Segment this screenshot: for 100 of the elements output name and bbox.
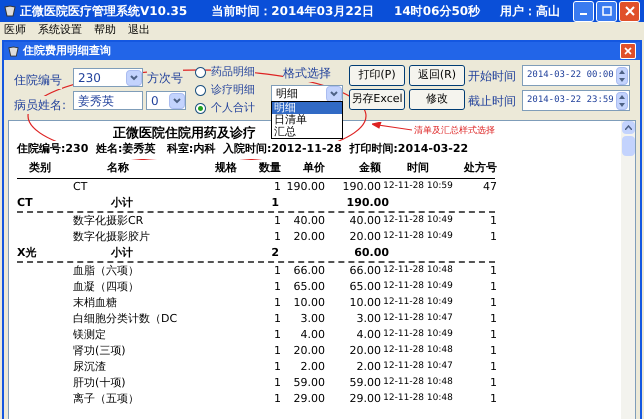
table-cell-text: CT — [72, 178, 88, 195]
close-icon — [624, 6, 634, 16]
table-cell-text: 20.00 — [292, 228, 325, 245]
table-cell-text: 1 — [489, 326, 497, 343]
close-button[interactable] — [620, 43, 636, 59]
table-cell-text: 59.00 — [292, 374, 325, 391]
table-cell-text: 1 — [273, 390, 281, 407]
table-cell-text: 1 — [273, 212, 281, 229]
maximize-icon — [602, 6, 612, 16]
table-cell-text: 10.00 — [292, 294, 325, 311]
table-cell-text: CT — [17, 194, 34, 211]
table-cell-text: 肝功(十项) — [72, 374, 127, 391]
annotation-arrow — [372, 122, 412, 132]
table-cell-text: 血凝（四项） — [72, 278, 140, 295]
minimize-button[interactable] — [573, 0, 594, 22]
table-cell-text: 1 — [273, 374, 281, 391]
menu-item[interactable]: 帮助 — [94, 22, 116, 38]
datetime-field[interactable]: 2014-03-22 00:00 — [522, 65, 630, 86]
table-cell-text: 3.00 — [300, 310, 325, 327]
action-button[interactable]: 返回(R) — [409, 65, 465, 86]
table-cell-text: 末梢血糖 — [72, 294, 118, 311]
table-cell-text: 47 — [482, 178, 497, 195]
table-cell-text: 12-11-28 10:48 — [382, 392, 454, 406]
table-cell-text: 65.00 — [348, 278, 381, 295]
scrollbar[interactable] — [621, 121, 635, 419]
table-cell-text: 29.00 — [348, 390, 381, 407]
table-cell-text: 40.00 — [348, 212, 381, 229]
table-cell-text: 离子（五项） — [72, 390, 140, 407]
user-label: 用户：高山 — [500, 3, 560, 20]
field-label: 截止时间 — [468, 92, 517, 110]
table-cell-text: 66.00 — [292, 262, 325, 279]
table-cell-text: 1 — [273, 262, 281, 279]
table-cell-text: 10.00 — [348, 294, 381, 311]
menu-item[interactable]: 医师 — [4, 22, 26, 38]
table-cell-text: 12-11-28 10:59 — [382, 180, 454, 194]
table-cell-text: 尿沉渣 — [72, 358, 107, 375]
table-cell-text: 12-11-28 10:48 — [382, 344, 454, 358]
table-cell-text: X光 — [17, 244, 38, 261]
table-cell-text: 190.00 — [286, 178, 325, 195]
table-cell-text: 40.00 — [292, 212, 325, 229]
field-label: 开始时间 — [468, 68, 517, 84]
scroll-thumb[interactable] — [622, 136, 634, 156]
table-cell-text: 数字化摄影胶片 — [72, 228, 151, 245]
table-cell-text: 1 — [489, 228, 497, 245]
table-cell-text: 190.00 — [342, 178, 381, 195]
table-cell-text: 1 — [273, 228, 281, 245]
table-cell-text: 66.00 — [348, 262, 381, 279]
table-cell-text: 12-11-28 10:48 — [382, 264, 454, 278]
table-cell-text: 2 — [270, 244, 279, 261]
table-cell-text: 29.00 — [292, 390, 325, 407]
table-cell-text: 12-11-28 10:49 — [382, 296, 454, 310]
table-cell-text: 1 — [270, 194, 279, 211]
table-cell-text: 1 — [489, 262, 497, 279]
table-cell-text: 1 — [489, 212, 497, 229]
menu-item[interactable]: 系统设置 — [38, 22, 82, 38]
spinner-icon[interactable] — [616, 92, 628, 110]
table-cell-text: 12-11-28 10:47 — [382, 312, 454, 326]
table-cell-text: 12-11-28 10:49 — [382, 280, 454, 294]
close-button[interactable] — [619, 0, 640, 22]
spinner-icon[interactable] — [616, 66, 628, 84]
table-cell-text: 数字化摄影CR — [72, 212, 144, 229]
table-cell-text: 1 — [273, 358, 281, 375]
current-clock: 14时06分50秒 — [394, 3, 480, 20]
table-cell-text: 59.00 — [348, 374, 381, 391]
table-cell-text: 镁测定 — [72, 326, 107, 343]
close-icon — [624, 47, 632, 55]
app-icon — [8, 46, 19, 56]
table-cell-text: 12-11-28 10:49 — [382, 230, 454, 244]
table-cell-text: 1 — [273, 310, 281, 327]
table-cell-text: 20.00 — [292, 342, 325, 359]
table-cell-text: 4.00 — [300, 326, 325, 343]
app-icon — [4, 5, 16, 17]
table-cell-text: 190.00 — [346, 194, 389, 211]
table-cell-text: 20.00 — [348, 228, 381, 245]
table-cell-text: 1 — [489, 390, 497, 407]
table-cell-text: 1 — [489, 278, 497, 295]
table-cell-text: 1 — [273, 278, 281, 295]
table-cell-text: 1 — [489, 342, 497, 359]
table-cell-text: 1 — [489, 310, 497, 327]
table-cell-text: 3.00 — [356, 310, 381, 327]
scroll-up-icon[interactable] — [622, 121, 634, 134]
table-cell-text: 1 — [273, 178, 281, 195]
table-cell-text: 肾功(三项) — [72, 342, 127, 359]
datetime-field[interactable]: 2014-03-22 23:59 — [522, 90, 630, 111]
table-cell-text: 2.00 — [300, 358, 325, 375]
table-cell-text: 1 — [273, 294, 281, 311]
table-cell-text: 12-11-28 10:48 — [382, 376, 454, 390]
menu-item[interactable]: 退出 — [128, 22, 150, 38]
action-button[interactable]: 打印(P) — [349, 65, 405, 86]
action-button[interactable]: 修改 — [409, 89, 465, 110]
table-cell-text: 1 — [273, 326, 281, 343]
table-cell-text: 2.00 — [356, 358, 381, 375]
table-cell-text: 65.00 — [292, 278, 325, 295]
table-cell-text: 血脂（六项） — [72, 262, 140, 279]
current-date: 当前时间：2014年03月22日 — [211, 3, 374, 20]
table-cell-text: 60.00 — [353, 244, 389, 261]
table-cell-text: 1 — [489, 358, 497, 375]
table-cell-text: 小计 — [110, 194, 134, 211]
table-cell-text: 1 — [489, 294, 497, 311]
maximize-button[interactable] — [596, 0, 617, 22]
